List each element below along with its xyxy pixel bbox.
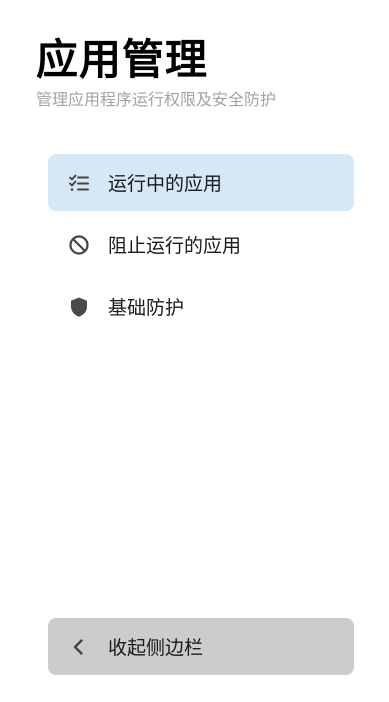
sidebar-item-label: 运行中的应用 xyxy=(108,173,223,195)
collapse-sidebar-label: 收起侧边栏 xyxy=(108,637,204,659)
shield-icon xyxy=(66,294,92,320)
sidebar-item-label: 阻止运行的应用 xyxy=(108,235,242,257)
block-icon xyxy=(66,232,92,258)
header: 应用管理 管理应用程序运行权限及安全防护 xyxy=(36,34,376,111)
page-subtitle: 管理应用程序运行权限及安全防护 xyxy=(36,90,277,109)
sidebar-item-running-apps[interactable]: 运行中的应用 xyxy=(48,154,354,211)
checklist-icon xyxy=(66,170,92,196)
chevron-left-icon xyxy=(66,634,92,660)
page-title: 应用管理 xyxy=(36,35,209,84)
sidebar-item-label: 基础防护 xyxy=(108,297,185,319)
sidebar-item-blocked-apps[interactable]: 阻止运行的应用 xyxy=(48,216,354,273)
sidebar-nav: 运行中的应用 阻止运行的应用 基础防护 xyxy=(48,154,354,340)
collapse-sidebar-button[interactable]: 收起侧边栏 xyxy=(48,618,354,675)
sidebar-item-basic-protection[interactable]: 基础防护 xyxy=(48,278,354,335)
